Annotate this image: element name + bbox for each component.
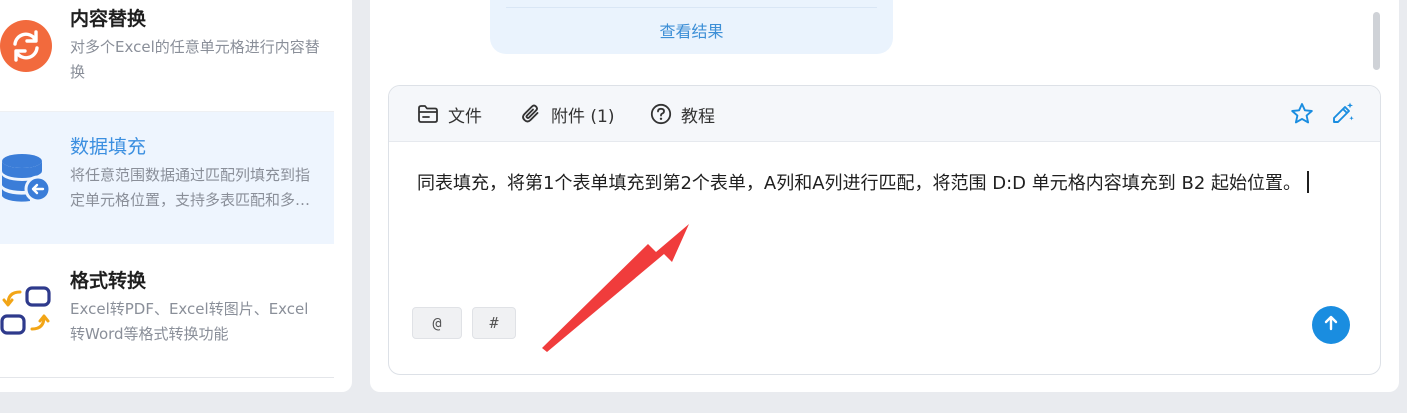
file-button[interactable]: 文件 — [417, 102, 482, 127]
chat-panel: 查看结果 文件 附件 (1) 教程 同表填充，将第1个表单填充到第2个表单，A列… — [370, 0, 1399, 392]
sidebar-item-description: Excel转PDF、Excel转图片、Excel转Word等格式转换功能 — [70, 300, 309, 343]
database-fill-icon — [0, 152, 52, 204]
paperclip-icon — [520, 103, 542, 125]
prompt-textarea[interactable]: 同表填充，将第1个表单填充到第2个表单，A列和A列进行匹配，将范围 D:D 单元… — [417, 170, 1347, 198]
bubble-divider — [506, 7, 877, 8]
chat-scrollbar[interactable] — [1373, 12, 1380, 70]
sidebar-item-content-replace[interactable]: 内容替换 对多个Excel的任意单元格进行内容替换 — [0, 0, 334, 112]
composer: 文件 附件 (1) 教程 同表填充，将第1个表单填充到第2个表单，A列和A列进行… — [388, 85, 1381, 375]
composer-toolbar: 文件 附件 (1) 教程 — [389, 86, 1380, 142]
tool-sidebar: 内容替换 对多个Excel的任意单元格进行内容替换 数据填充 将任意范围数据通过… — [0, 0, 352, 392]
star-icon[interactable] — [1289, 101, 1315, 127]
sidebar-item-description: 对多个Excel的任意单元格进行内容替换 — [70, 38, 320, 81]
view-result-link[interactable]: 查看结果 — [490, 18, 893, 42]
text-caret — [1307, 171, 1309, 193]
refresh-icon — [0, 20, 52, 72]
tutorial-button-label: 教程 — [681, 106, 715, 127]
sidebar-item-format-convert[interactable]: 格式转换 Excel转PDF、Excel转图片、Excel转Word等格式转换功… — [0, 244, 334, 378]
send-button[interactable] — [1312, 306, 1350, 344]
help-circle-icon — [650, 103, 672, 125]
attachment-button[interactable]: 附件 (1) — [520, 102, 615, 127]
file-button-label: 文件 — [448, 106, 482, 127]
magic-pen-icon[interactable] — [1330, 101, 1356, 127]
hashtag-button[interactable]: # — [472, 307, 516, 339]
prompt-text: 同表填充，将第1个表单填充到第2个表单，A列和A列进行匹配，将范围 D:D 单元… — [417, 173, 1301, 194]
sidebar-item-title: 内容替换 — [70, 8, 147, 30]
sidebar-item-data-fill[interactable]: 数据填充 将任意范围数据通过匹配列填充到指定单元格位置，支持多表匹配和多种填充方… — [0, 112, 334, 244]
tutorial-button[interactable]: 教程 — [650, 102, 715, 127]
attachment-button-label: 附件 (1) — [551, 106, 615, 127]
sidebar-item-title: 格式转换 — [70, 270, 147, 292]
sidebar-item-title: 数据填充 — [70, 136, 147, 158]
assistant-message-bubble: 查看结果 — [490, 0, 893, 54]
arrow-up-icon — [1322, 314, 1340, 336]
folder-icon — [417, 104, 439, 124]
sidebar-item-description-text: 将任意范围数据通过匹配列填充到指定单元格位置，支持多表匹配和多种填充方式 — [70, 166, 311, 209]
mention-button[interactable]: @ — [412, 307, 462, 339]
convert-icon — [0, 284, 52, 336]
sidebar-item-description: 将任意范围数据通过匹配列填充到指定单元格位置，支持多表匹配和多种填充方式 — [70, 163, 320, 213]
